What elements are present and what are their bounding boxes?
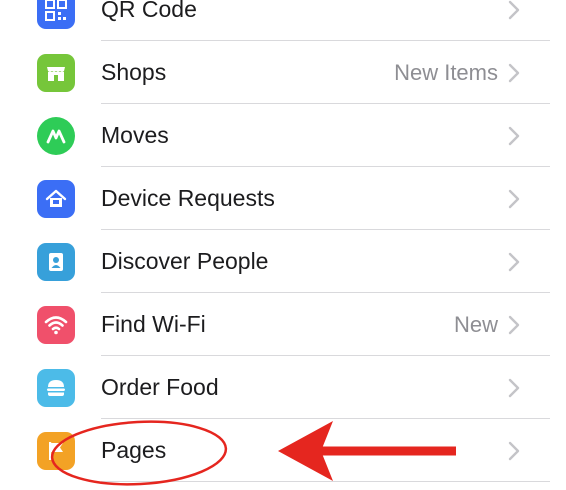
shop-storefront-icon [37, 54, 75, 92]
menu-item-label: QR Code [101, 0, 197, 22]
chevron-right-icon [507, 441, 521, 461]
menu-item-label: Discover People [101, 248, 269, 274]
menu-item-value: New Items [394, 60, 498, 85]
menu-item-order-food[interactable]: Order Food [0, 356, 566, 419]
menu-item-label: Moves [101, 122, 169, 148]
menu-item-label: Find Wi-Fi [101, 311, 206, 337]
chevron-right-icon [507, 63, 521, 83]
chevron-right-icon [507, 252, 521, 272]
device-requests-icon [37, 180, 75, 218]
pages-flag-icon [37, 432, 75, 470]
row-separator [101, 481, 550, 482]
wifi-icon [37, 306, 75, 344]
chevron-right-icon [507, 0, 521, 20]
menu-item-moves[interactable]: Moves [0, 104, 566, 167]
menu-item-find-wifi[interactable]: Find Wi-Fi New [0, 293, 566, 356]
menu-item-discover-people[interactable]: Discover People [0, 230, 566, 293]
chevron-right-icon [507, 378, 521, 398]
moves-icon [37, 117, 75, 155]
discover-people-icon [37, 243, 75, 281]
chevron-right-icon [507, 126, 521, 146]
settings-menu-list: QR Code Shops New Items Moves Device Req… [0, 0, 566, 490]
qr-code-icon [37, 0, 75, 29]
menu-item-shops[interactable]: Shops New Items [0, 41, 566, 104]
menu-item-pages[interactable]: Pages [0, 419, 566, 482]
menu-item-qr-code[interactable]: QR Code [0, 0, 566, 41]
burger-icon [37, 369, 75, 407]
menu-item-device-requests[interactable]: Device Requests [0, 167, 566, 230]
chevron-right-icon [507, 189, 521, 209]
menu-item-label: Device Requests [101, 185, 275, 211]
chevron-right-icon [507, 315, 521, 335]
menu-item-value: New [453, 312, 498, 337]
menu-item-label: Order Food [101, 374, 219, 400]
menu-item-label: Shops [101, 59, 167, 85]
menu-item-label: Pages [101, 437, 167, 463]
